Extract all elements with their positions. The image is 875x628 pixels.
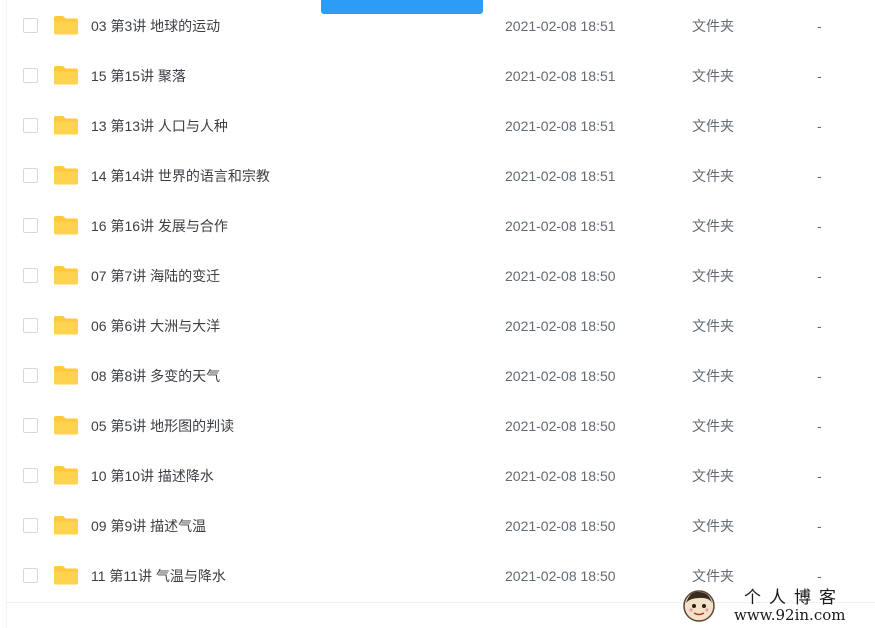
file-name[interactable]: 05 第5讲 地形图的判读 [91, 417, 234, 435]
folder-icon [54, 16, 78, 35]
row-checkbox[interactable] [23, 268, 38, 283]
file-type: 文件夹 [692, 218, 734, 234]
row-checkbox[interactable] [23, 318, 38, 333]
folder-icon [54, 516, 78, 535]
file-size: - [817, 368, 822, 384]
file-size: - [817, 468, 822, 484]
blog-logo-icon [683, 590, 715, 622]
file-row[interactable]: 13 第13讲 人口与人种 2021-02-08 18:51 文件夹 - [0, 101, 875, 151]
file-type: 文件夹 [692, 68, 734, 84]
row-checkbox[interactable] [23, 368, 38, 383]
watermark-title: 个人博客 [744, 588, 844, 608]
file-name[interactable]: 16 第16讲 发展与合作 [91, 217, 228, 235]
folder-icon [54, 416, 78, 435]
row-checkbox[interactable] [23, 118, 38, 133]
folder-icon [54, 116, 78, 135]
file-type: 文件夹 [692, 18, 734, 34]
file-type: 文件夹 [692, 518, 734, 534]
file-date: 2021-02-08 18:51 [505, 18, 616, 34]
row-checkbox[interactable] [23, 468, 38, 483]
file-size: - [817, 418, 822, 434]
file-date: 2021-02-08 18:50 [505, 418, 616, 434]
file-name[interactable]: 07 第7讲 海陆的变迁 [91, 267, 220, 285]
row-checkbox[interactable] [23, 218, 38, 233]
file-row[interactable]: 15 第15讲 聚落 2021-02-08 18:51 文件夹 - [0, 51, 875, 101]
file-date: 2021-02-08 18:50 [505, 518, 616, 534]
row-checkbox[interactable] [23, 68, 38, 83]
row-checkbox[interactable] [23, 168, 38, 183]
file-date: 2021-02-08 18:51 [505, 168, 616, 184]
file-size: - [817, 518, 822, 534]
file-name[interactable]: 14 第14讲 世界的语言和宗教 [91, 167, 270, 185]
watermark-url: www.92in.com [734, 606, 846, 624]
file-size: - [817, 18, 822, 34]
watermark: 个人博客 www.92in.com [682, 586, 872, 626]
file-name[interactable]: 09 第9讲 描述气温 [91, 517, 206, 535]
file-type: 文件夹 [692, 168, 734, 184]
file-row[interactable]: 16 第16讲 发展与合作 2021-02-08 18:51 文件夹 - [0, 201, 875, 251]
folder-icon [54, 366, 78, 385]
file-date: 2021-02-08 18:50 [505, 318, 616, 334]
file-date: 2021-02-08 18:51 [505, 118, 616, 134]
file-row[interactable]: 06 第6讲 大洲与大洋 2021-02-08 18:50 文件夹 - [0, 301, 875, 351]
file-type: 文件夹 [692, 568, 734, 584]
file-row[interactable]: 03 第3讲 地球的运动 2021-02-08 18:51 文件夹 - [0, 1, 875, 51]
file-size: - [817, 168, 822, 184]
file-date: 2021-02-08 18:50 [505, 268, 616, 284]
file-row[interactable]: 08 第8讲 多变的天气 2021-02-08 18:50 文件夹 - [0, 351, 875, 401]
file-type: 文件夹 [692, 268, 734, 284]
file-type: 文件夹 [692, 118, 734, 134]
folder-icon [54, 566, 78, 585]
file-size: - [817, 218, 822, 234]
folder-icon [54, 66, 78, 85]
folder-icon [54, 266, 78, 285]
row-checkbox[interactable] [23, 568, 38, 583]
file-row[interactable]: 14 第14讲 世界的语言和宗教 2021-02-08 18:51 文件夹 - [0, 151, 875, 201]
file-date: 2021-02-08 18:51 [505, 68, 616, 84]
file-size: - [817, 318, 822, 334]
file-date: 2021-02-08 18:50 [505, 568, 616, 584]
file-name[interactable]: 06 第6讲 大洲与大洋 [91, 317, 220, 335]
file-row[interactable]: 05 第5讲 地形图的判读 2021-02-08 18:50 文件夹 - [0, 401, 875, 451]
file-date: 2021-02-08 18:51 [505, 218, 616, 234]
row-checkbox[interactable] [23, 518, 38, 533]
file-date: 2021-02-08 18:50 [505, 468, 616, 484]
file-type: 文件夹 [692, 368, 734, 384]
file-name[interactable]: 10 第10讲 描述降水 [91, 467, 214, 485]
file-name[interactable]: 13 第13讲 人口与人种 [91, 117, 228, 135]
file-size: - [817, 68, 822, 84]
folder-icon [54, 216, 78, 235]
file-size: - [817, 268, 822, 284]
file-name[interactable]: 11 第11讲 气温与降水 [91, 567, 226, 585]
file-type: 文件夹 [692, 468, 734, 484]
file-type: 文件夹 [692, 418, 734, 434]
file-size: - [817, 118, 822, 134]
folder-icon [54, 466, 78, 485]
file-row[interactable]: 07 第7讲 海陆的变迁 2021-02-08 18:50 文件夹 - [0, 251, 875, 301]
folder-icon [54, 166, 78, 185]
file-name[interactable]: 03 第3讲 地球的运动 [91, 17, 220, 35]
file-row[interactable]: 10 第10讲 描述降水 2021-02-08 18:50 文件夹 - [0, 451, 875, 501]
file-size: - [817, 568, 822, 584]
file-name[interactable]: 15 第15讲 聚落 [91, 67, 186, 85]
file-row[interactable]: 09 第9讲 描述气温 2021-02-08 18:50 文件夹 - [0, 501, 875, 551]
file-list-page: 03 第3讲 地球的运动 2021-02-08 18:51 文件夹 - 15 第… [0, 0, 875, 628]
folder-icon [54, 316, 78, 335]
row-checkbox[interactable] [23, 18, 38, 33]
file-type: 文件夹 [692, 318, 734, 334]
row-checkbox[interactable] [23, 418, 38, 433]
file-date: 2021-02-08 18:50 [505, 368, 616, 384]
file-name[interactable]: 08 第8讲 多变的天气 [91, 367, 220, 385]
